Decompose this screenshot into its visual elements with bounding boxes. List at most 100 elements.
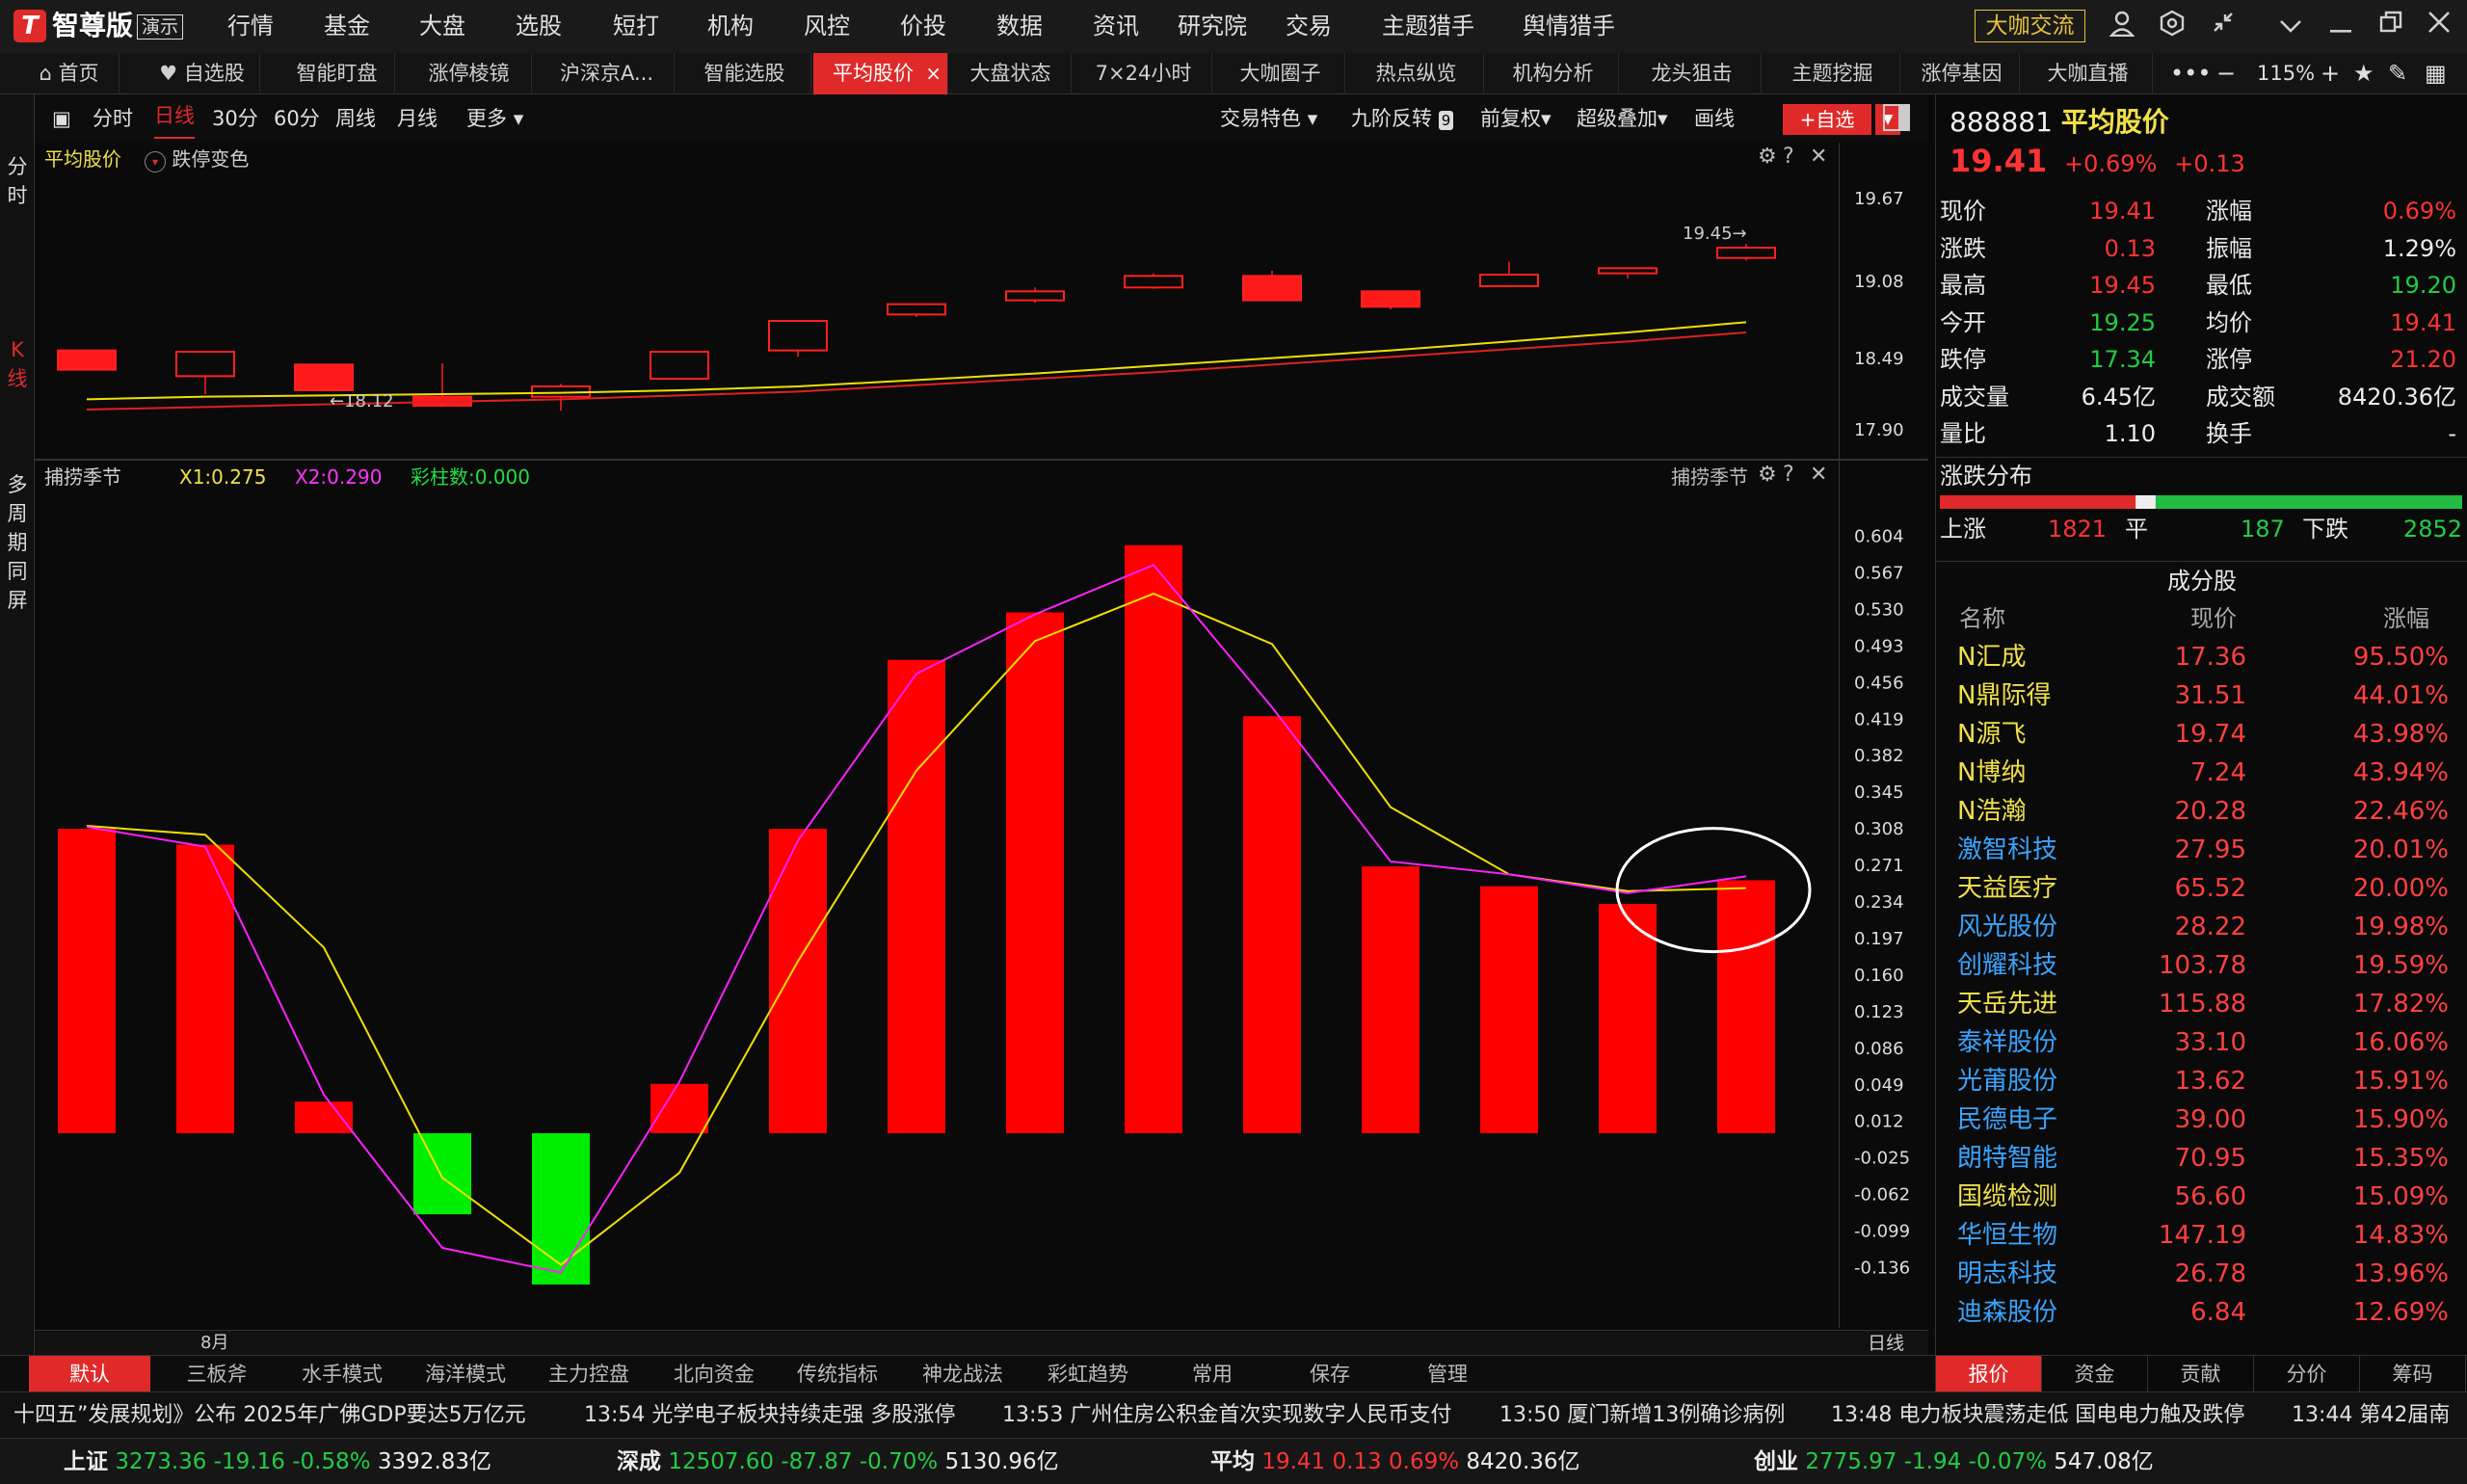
mode-main-control[interactable]: 主力控盘 xyxy=(528,1356,650,1392)
menu-item[interactable]: 资讯 xyxy=(1093,8,1139,44)
app-logo[interactable]: T 智尊版 演示 xyxy=(8,8,197,46)
draw-line-button[interactable]: 画线 xyxy=(1694,94,1735,143)
zoom-out-icon[interactable]: − xyxy=(2216,53,2236,94)
stock-row[interactable]: N鼎际得 31.51 44.01% xyxy=(1936,676,2467,715)
mode-default[interactable]: 默认 xyxy=(29,1356,150,1392)
strip-multi-5[interactable]: 屏 xyxy=(0,586,35,615)
grid-icon[interactable]: ▦ xyxy=(2425,53,2447,94)
period-60m[interactable]: 60分 xyxy=(274,94,320,143)
star-icon[interactable]: ★ xyxy=(2353,53,2374,94)
stock-row[interactable]: 风光股份 28.22 19.98% xyxy=(1936,908,2467,946)
menu-item[interactable]: 基金 xyxy=(324,8,370,44)
stock-row[interactable]: 光莆股份 13.62 15.91% xyxy=(1936,1062,2467,1100)
strip-multi-1[interactable]: 多 xyxy=(0,470,35,499)
tab-quote[interactable]: 报价 xyxy=(1936,1356,2042,1392)
shrink-icon[interactable] xyxy=(2205,10,2242,42)
news-item[interactable]: 13:50 厦门新增13例确诊病例 xyxy=(1499,1392,1785,1438)
period-weekly[interactable]: 周线 xyxy=(335,94,376,143)
minimize-icon[interactable] xyxy=(2322,10,2359,42)
period-30m[interactable]: 30分 xyxy=(212,94,258,143)
tab-watchlist[interactable]: ♥ 自选股 xyxy=(145,53,260,94)
mode-sailor[interactable]: 水手模式 xyxy=(281,1356,403,1392)
tab-24h[interactable]: 7×24小时 xyxy=(1075,53,1212,94)
nine-reversal-toggle[interactable]: 九阶反转 9 xyxy=(1351,94,1454,143)
panel-help-icon[interactable]: ? xyxy=(1783,461,1794,490)
strip-kxian-1[interactable]: K xyxy=(0,335,35,364)
strip-multi-3[interactable]: 期 xyxy=(0,528,35,557)
stock-row[interactable]: 泰祥股份 33.10 16.06% xyxy=(1936,1023,2467,1062)
tab-chips[interactable]: 筹码 xyxy=(2360,1356,2466,1392)
mode-save[interactable]: 保存 xyxy=(1272,1356,1388,1392)
panel-settings-icon[interactable]: ⚙ xyxy=(1758,461,1777,490)
tab-smart-watch[interactable]: 智能盯盘 xyxy=(279,53,395,94)
candle-chart[interactable] xyxy=(35,143,1928,461)
zoom-in-icon[interactable]: + xyxy=(2321,53,2340,94)
period-more[interactable]: 更多 ▾ xyxy=(466,94,523,143)
menu-item[interactable]: 数据 xyxy=(996,8,1043,44)
stock-row[interactable]: 朗特智能 70.95 15.35% xyxy=(1936,1139,2467,1178)
pen-icon[interactable]: ✎ xyxy=(2388,53,2407,94)
news-item[interactable]: 13:54 光学电子板块持续走强 多股涨停 xyxy=(584,1392,955,1438)
stock-row[interactable]: 激智科技 27.95 20.01% xyxy=(1936,831,2467,869)
stock-row[interactable]: 华恒生物 147.19 14.83% xyxy=(1936,1216,2467,1255)
col-price[interactable]: 现价 xyxy=(2190,599,2237,638)
tab-shszbj[interactable]: 沪深京A... xyxy=(540,53,675,94)
tab-average-price[interactable]: 平均股价 × xyxy=(813,53,948,94)
tab-contribution[interactable]: 贡献 xyxy=(2148,1356,2254,1392)
menu-item[interactable]: 短打 xyxy=(613,8,659,44)
menu-item[interactable]: 风控 xyxy=(804,8,850,44)
panel-close-icon[interactable]: ✕ xyxy=(1810,461,1827,490)
panel-help-icon[interactable]: ? xyxy=(1783,143,1794,172)
index-item[interactable]: 创业 2775.97 -1.94 -0.07% 547.08亿 xyxy=(1754,1439,2154,1484)
news-item[interactable]: 13:53 广州住房公积金首次实现数字人民币支付 xyxy=(1002,1392,1451,1438)
period-monthly[interactable]: 月线 xyxy=(397,94,438,143)
menu-item[interactable]: 机构 xyxy=(707,8,754,44)
tab-limit-prism[interactable]: 涨停棱镜 xyxy=(407,53,532,94)
tab-funds[interactable]: 资金 xyxy=(2042,1356,2148,1392)
tab-limit-gene[interactable]: 涨停基因 xyxy=(1904,53,2020,94)
col-change[interactable]: 涨幅 xyxy=(2383,599,2429,638)
limit-down-color-toggle[interactable]: ▾ 跌停变色 xyxy=(145,145,249,173)
col-name[interactable]: 名称 xyxy=(1959,599,2005,638)
period-fenshi[interactable]: 分时 xyxy=(93,94,133,143)
restore-icon[interactable] xyxy=(2373,10,2409,42)
mode-dragon[interactable]: 神龙战法 xyxy=(902,1356,1023,1392)
stock-row[interactable]: N浩瀚 20.28 22.46% xyxy=(1936,792,2467,831)
mode-three-axe[interactable]: 三板斧 xyxy=(158,1356,276,1392)
stock-row[interactable]: 国缆检测 56.60 15.09% xyxy=(1936,1178,2467,1216)
index-item[interactable]: 平均 19.41 0.13 0.69% 8420.36亿 xyxy=(1210,1439,1580,1484)
super-overlay-dropdown[interactable]: 超级叠加▾ xyxy=(1577,94,1668,143)
strip-multi-4[interactable]: 同 xyxy=(0,557,35,586)
chevron-down-icon[interactable] xyxy=(2272,10,2309,42)
strip-kxian-2[interactable]: 线 xyxy=(0,364,35,393)
mode-rainbow[interactable]: 彩虹趋势 xyxy=(1027,1356,1149,1392)
more-icon[interactable]: ••• xyxy=(2170,53,2211,94)
stock-row[interactable]: 创耀科技 103.78 19.59% xyxy=(1936,946,2467,985)
panel-close-icon[interactable]: ✕ xyxy=(1810,143,1827,172)
news-item[interactable]: 13:48 电力板块震荡走低 国电电力触及跌停 xyxy=(1831,1392,2244,1438)
stock-row[interactable]: N汇成 17.36 95.50% xyxy=(1936,638,2467,676)
tab-price-dist[interactable]: 分价 xyxy=(2254,1356,2360,1392)
trade-feature-dropdown[interactable]: 交易特色 ▾ xyxy=(1220,94,1317,143)
period-daily[interactable]: 日线 xyxy=(154,94,195,139)
stock-row[interactable]: 天岳先进 115.88 17.82% xyxy=(1936,985,2467,1023)
menu-item[interactable]: 价投 xyxy=(900,8,946,44)
stock-row[interactable]: 迪森股份 6.84 12.69% xyxy=(1936,1293,2467,1332)
strip-fenshi-2[interactable]: 时 xyxy=(0,181,35,210)
add-watchlist-button[interactable]: +自选 xyxy=(1783,104,1871,135)
stock-row[interactable]: 民德电子 39.00 15.90% xyxy=(1936,1100,2467,1139)
stock-row[interactable]: 天益医疗 65.52 20.00% xyxy=(1936,869,2467,908)
tab-daka-live[interactable]: 大咖直播 xyxy=(2024,53,2153,94)
menu-item[interactable]: 大盘 xyxy=(419,8,465,44)
settings-icon[interactable] xyxy=(2154,10,2190,42)
daka-exchange-button[interactable]: 大咖交流 xyxy=(1975,10,2085,42)
user-icon[interactable] xyxy=(2104,10,2140,42)
news-item[interactable]: 13:44 第42届南 xyxy=(2292,1392,2450,1438)
strip-fenshi-1[interactable]: 分 xyxy=(0,152,35,181)
menu-item[interactable]: 主题猎手 xyxy=(1382,8,1474,44)
layout-toggle-icon[interactable]: ▣ xyxy=(52,94,71,143)
mode-ocean[interactable]: 海洋模式 xyxy=(405,1356,526,1392)
tab-institution[interactable]: 机构分析 xyxy=(1488,53,1619,94)
index-item[interactable]: 上证 3273.36 -19.16 -0.58% 3392.83亿 xyxy=(64,1439,491,1484)
menu-item[interactable]: 交易 xyxy=(1286,8,1332,44)
